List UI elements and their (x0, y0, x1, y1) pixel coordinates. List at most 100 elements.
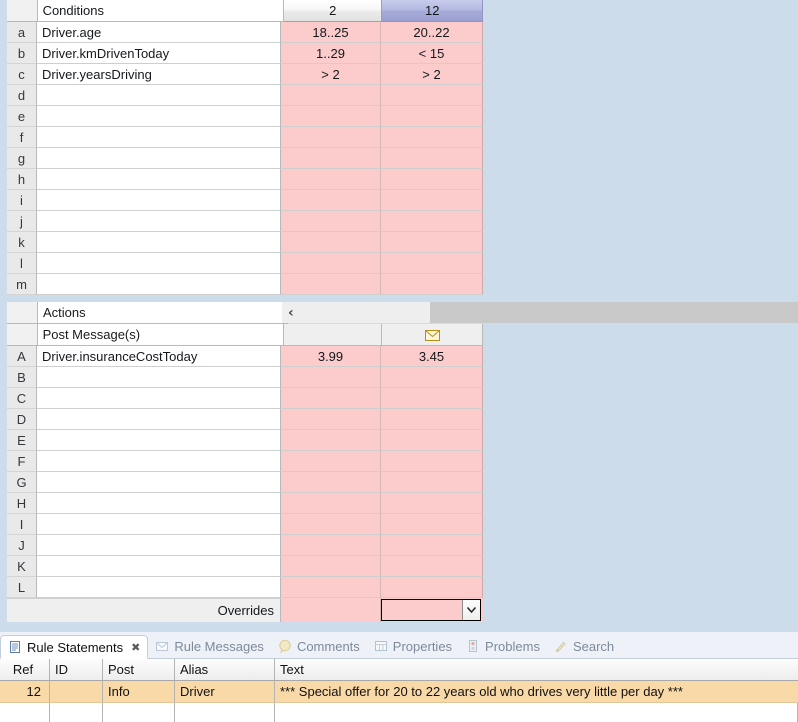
action-value-cell[interactable] (281, 388, 381, 409)
action-value-cell[interactable] (381, 451, 483, 472)
condition-expression-cell[interactable] (37, 190, 281, 211)
action-value-cell[interactable] (281, 367, 381, 388)
condition-value-cell[interactable]: 20..22 (381, 22, 483, 43)
column-header-post[interactable]: Post (103, 659, 175, 681)
condition-expression-cell[interactable] (37, 211, 281, 232)
tab-rule-messages[interactable]: Rule Messages (148, 634, 271, 658)
table-row[interactable] (0, 703, 798, 722)
action-expression-cell[interactable] (37, 409, 281, 430)
action-value-cell[interactable] (281, 535, 381, 556)
scrollbar-thumb[interactable]: ‹ (282, 302, 430, 323)
condition-value-cell[interactable] (281, 169, 381, 190)
action-value-cell[interactable] (381, 430, 483, 451)
table-cell-id[interactable] (50, 681, 103, 703)
column-header-ref[interactable]: Ref (0, 659, 50, 681)
action-expression-cell[interactable] (37, 451, 281, 472)
condition-expression-cell[interactable] (37, 106, 281, 127)
condition-value-cell[interactable] (281, 232, 381, 253)
condition-value-cell[interactable] (381, 148, 483, 169)
post-message-cell-col12[interactable] (382, 324, 483, 346)
action-value-cell[interactable] (381, 514, 483, 535)
overrides-cell-col2[interactable] (281, 598, 381, 622)
table-cell-id[interactable] (50, 703, 103, 722)
condition-value-cell[interactable] (381, 106, 483, 127)
action-expression-cell[interactable] (37, 430, 281, 451)
condition-value-cell[interactable] (281, 211, 381, 232)
overrides-combo-value[interactable] (382, 600, 462, 620)
chevron-left-icon[interactable]: ‹ (288, 306, 294, 320)
tab-problems[interactable]: Problems (459, 634, 547, 658)
table-cell-ref[interactable]: 12 (0, 681, 50, 703)
column-header-2[interactable]: 2 (284, 0, 383, 22)
tab-rule-statements[interactable]: Rule Statements✖ (0, 635, 148, 659)
condition-expression-cell[interactable] (37, 169, 281, 190)
condition-expression-cell[interactable] (37, 127, 281, 148)
condition-value-cell[interactable]: 1..29 (281, 43, 381, 64)
action-expression-cell[interactable] (37, 577, 281, 598)
table-cell-ref[interactable] (0, 703, 50, 722)
condition-value-cell[interactable] (281, 106, 381, 127)
action-expression-cell[interactable] (37, 388, 281, 409)
condition-expression-cell[interactable] (37, 85, 281, 106)
condition-value-cell[interactable] (381, 169, 483, 190)
tab-comments[interactable]: Comments (271, 634, 367, 658)
action-expression-cell[interactable] (37, 514, 281, 535)
condition-value-cell[interactable] (281, 127, 381, 148)
condition-value-cell[interactable] (381, 85, 483, 106)
action-value-cell[interactable] (381, 472, 483, 493)
action-value-cell[interactable]: 3.45 (381, 346, 483, 367)
column-header-text[interactable]: Text (275, 659, 798, 681)
action-value-cell[interactable] (281, 472, 381, 493)
action-value-cell[interactable] (281, 556, 381, 577)
condition-expression-cell[interactable] (37, 253, 281, 274)
action-value-cell[interactable] (281, 514, 381, 535)
condition-expression-cell[interactable] (37, 274, 281, 295)
action-expression-cell[interactable] (37, 535, 281, 556)
condition-value-cell[interactable] (281, 85, 381, 106)
action-value-cell[interactable] (381, 388, 483, 409)
action-value-cell[interactable] (281, 451, 381, 472)
table-cell-text[interactable] (275, 703, 798, 722)
action-expression-cell[interactable] (37, 556, 281, 577)
action-value-cell[interactable] (381, 556, 483, 577)
condition-value-cell[interactable] (381, 190, 483, 211)
condition-expression-cell[interactable] (37, 232, 281, 253)
condition-value-cell[interactable] (381, 127, 483, 148)
table-cell-post[interactable]: Info (103, 681, 175, 703)
action-value-cell[interactable] (281, 430, 381, 451)
action-expression-cell[interactable] (37, 472, 281, 493)
action-expression-cell[interactable] (37, 493, 281, 514)
condition-value-cell[interactable]: 18..25 (281, 22, 381, 43)
table-cell-post[interactable] (103, 703, 175, 722)
bottom-splitter[interactable] (0, 624, 798, 632)
table-row[interactable]: 12InfoDriver*** Special offer for 20 to … (0, 681, 798, 703)
column-header-id[interactable]: ID (50, 659, 103, 681)
table-cell-alias[interactable] (175, 703, 275, 722)
column-header-alias[interactable]: Alias (175, 659, 275, 681)
column-header-12[interactable]: 12 (382, 0, 483, 22)
action-value-cell[interactable] (381, 367, 483, 388)
condition-value-cell[interactable]: > 2 (381, 64, 483, 85)
close-icon[interactable]: ✖ (131, 641, 140, 654)
action-expression-cell[interactable] (37, 367, 281, 388)
action-value-cell[interactable] (281, 409, 381, 430)
tab-properties[interactable]: Properties (367, 634, 459, 658)
condition-value-cell[interactable] (381, 211, 483, 232)
condition-expression-cell[interactable]: Driver.age (37, 22, 281, 43)
action-value-cell[interactable] (381, 493, 483, 514)
condition-value-cell[interactable] (281, 253, 381, 274)
condition-value-cell[interactable] (281, 190, 381, 211)
overrides-combo-box[interactable] (381, 599, 481, 621)
condition-expression-cell[interactable] (37, 148, 281, 169)
condition-value-cell[interactable] (381, 253, 483, 274)
condition-expression-cell[interactable]: Driver.kmDrivenToday (37, 43, 281, 64)
action-value-cell[interactable] (381, 577, 483, 598)
actions-horizontal-scrollbar[interactable]: ‹ (282, 302, 798, 323)
condition-value-cell[interactable] (381, 232, 483, 253)
post-message-cell-col2[interactable] (284, 324, 383, 346)
action-value-cell[interactable] (281, 493, 381, 514)
condition-value-cell[interactable] (281, 274, 381, 295)
action-value-cell[interactable] (381, 535, 483, 556)
action-value-cell[interactable]: 3.99 (281, 346, 381, 367)
condition-value-cell[interactable]: < 15 (381, 43, 483, 64)
